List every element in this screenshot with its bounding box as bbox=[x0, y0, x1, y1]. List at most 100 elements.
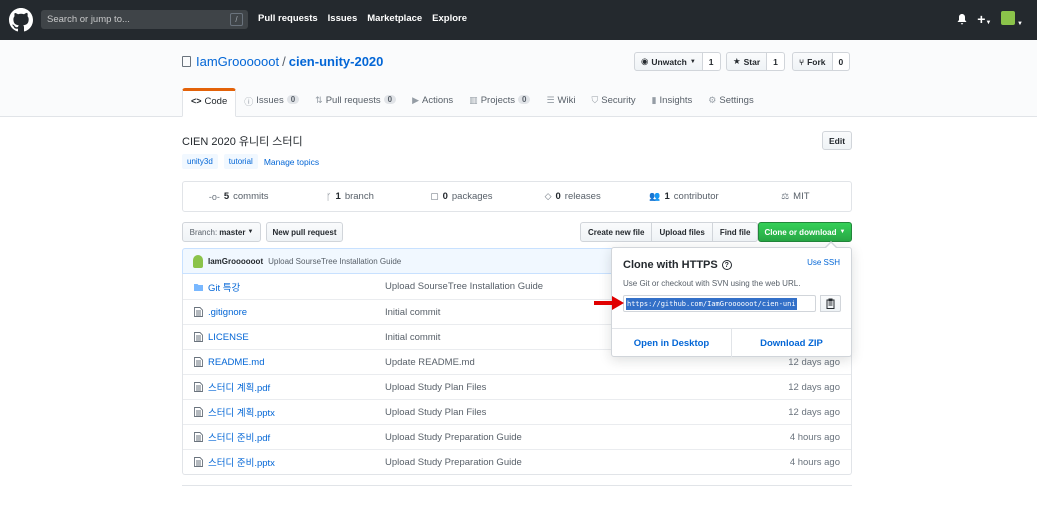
unwatch-button[interactable]: ◉ Unwatch ▼ bbox=[634, 52, 703, 71]
repo-name-link[interactable]: cien-unity-2020 bbox=[289, 54, 384, 69]
new-pull-request-button[interactable]: New pull request bbox=[266, 222, 343, 242]
file-name-link[interactable]: LICENSE bbox=[208, 332, 249, 343]
tab-projects[interactable]: ▥ Projects 0 bbox=[461, 88, 538, 117]
counter-badge: 0 bbox=[383, 95, 397, 104]
clone-url-input[interactable]: https://github.com/IamGroooooot/cien-uni bbox=[623, 295, 816, 312]
repo-title: IamGroooooot / cien-unity-2020 bbox=[182, 54, 383, 69]
file-icon bbox=[194, 407, 203, 417]
star-count[interactable]: 1 bbox=[767, 52, 785, 71]
topic-tag[interactable]: tutorial bbox=[223, 154, 258, 169]
chevron-down-icon: ▼ bbox=[247, 229, 254, 235]
nav-marketplace[interactable]: Marketplace bbox=[367, 13, 422, 24]
file-commit-message[interactable]: Initial commit bbox=[385, 307, 440, 318]
star-button[interactable]: ★ Star bbox=[726, 52, 768, 71]
eye-icon: ◉ bbox=[641, 56, 649, 66]
file-commit-message[interactable]: Upload Study Plan Files bbox=[385, 407, 486, 418]
repo-tabs: <> Code ⓘ Issues 0 ⇅ Pull requests 0 ▶ Actions… bbox=[182, 88, 762, 117]
package-icon: ▢ bbox=[430, 191, 439, 201]
tab-insights[interactable]: ▮ Insights bbox=[644, 88, 701, 117]
arrow-right-icon bbox=[594, 296, 624, 310]
global-header: Search or jump to... / Pull requests Iss… bbox=[0, 0, 1037, 40]
list-item: 스터디 계획.pptx Upload Study Plan Files 12 d… bbox=[183, 399, 851, 424]
user-menu[interactable]: ▼ bbox=[1001, 11, 1023, 28]
counter-badge: 0 bbox=[286, 95, 300, 104]
tab-label: Settings bbox=[719, 95, 754, 106]
file-age: 12 days ago bbox=[788, 356, 840, 368]
tab-security[interactable]: ⛉ Security bbox=[584, 88, 644, 117]
tab-label: Issues bbox=[256, 95, 284, 106]
file-name-link[interactable]: 스터디 준비.pdf bbox=[208, 430, 270, 444]
manage-topics-link[interactable]: Manage topics bbox=[264, 157, 319, 167]
file-age: 12 days ago bbox=[788, 406, 840, 418]
find-file-button[interactable]: Find file bbox=[711, 222, 759, 242]
commit-message[interactable]: Upload SourseTree Installation Guide bbox=[268, 257, 401, 266]
file-commit-message[interactable]: Upload Study Preparation Guide bbox=[385, 457, 522, 468]
tab-wiki[interactable]: ☰ Wiki bbox=[538, 88, 583, 117]
clone-or-download-button[interactable]: Clone or download ▼ bbox=[758, 222, 852, 242]
open-in-desktop-button[interactable]: Open in Desktop bbox=[612, 329, 732, 357]
clone-popup-footer: Open in Desktop Download ZIP bbox=[612, 328, 851, 357]
search-input[interactable]: Search or jump to... / bbox=[41, 10, 248, 29]
tab-settings[interactable]: ⚙ Settings bbox=[700, 88, 761, 117]
edit-description-button[interactable]: Edit bbox=[822, 131, 852, 150]
tab-label: Pull requests bbox=[325, 95, 381, 106]
file-name-link[interactable]: .gitignore bbox=[208, 307, 247, 318]
fork-count[interactable]: 0 bbox=[832, 52, 851, 71]
contributors-link[interactable]: 👥 1 contributor bbox=[628, 182, 739, 211]
file-commit-message[interactable]: Upload SourseTree Installation Guide bbox=[385, 281, 543, 292]
file-commit-message[interactable]: Update README.md bbox=[385, 357, 475, 368]
fork-button[interactable]: ⑂ Fork bbox=[792, 52, 833, 71]
file-name-link[interactable]: 스터디 계획.pdf bbox=[208, 380, 270, 394]
file-commit-message[interactable]: Upload Study Plan Files bbox=[385, 382, 486, 393]
nav-explore[interactable]: Explore bbox=[432, 13, 467, 24]
commits-label: commits bbox=[233, 191, 269, 202]
list-item: 스터디 준비.pptx Upload Study Preparation Gui… bbox=[183, 449, 851, 474]
repo-owner-link[interactable]: IamGroooooot bbox=[196, 54, 279, 69]
tab-issues[interactable]: ⓘ Issues 0 bbox=[236, 88, 307, 117]
clone-help-text: Use Git or checkout with SVN using the w… bbox=[623, 279, 801, 288]
copy-url-button[interactable] bbox=[820, 295, 841, 312]
releases-link[interactable]: ◇ 0 releases bbox=[517, 182, 628, 211]
avatar[interactable] bbox=[193, 254, 203, 268]
branch-prefix: Branch: bbox=[189, 227, 218, 237]
upload-files-button[interactable]: Upload files bbox=[651, 222, 713, 242]
question-icon[interactable]: ? bbox=[721, 260, 732, 270]
license-link[interactable]: ⚖ MIT bbox=[740, 182, 851, 211]
folder-icon bbox=[194, 283, 203, 291]
tab-pull-requests[interactable]: ⇅ Pull requests 0 bbox=[307, 88, 404, 117]
topic-tag[interactable]: unity3d bbox=[182, 154, 218, 169]
file-name-link[interactable]: Git 특강 bbox=[208, 280, 240, 294]
branches-link[interactable]: ᚴ 1 branch bbox=[294, 182, 405, 211]
branch-select-button[interactable]: Branch: master ▼ bbox=[182, 222, 261, 242]
bell-icon[interactable] bbox=[957, 14, 967, 25]
nav-pull-requests[interactable]: Pull requests bbox=[258, 13, 318, 24]
nav-issues[interactable]: Issues bbox=[328, 13, 358, 24]
tab-code[interactable]: <> Code bbox=[182, 88, 237, 117]
clone-title-text: Clone with HTTPS bbox=[623, 259, 718, 271]
use-ssh-link[interactable]: Use SSH bbox=[807, 258, 840, 267]
clone-label: Clone or download bbox=[764, 227, 837, 237]
branch-count: 1 bbox=[335, 191, 341, 202]
file-name-link[interactable]: 스터디 계획.pptx bbox=[208, 405, 275, 419]
commits-link[interactable]: -o- 5 commits bbox=[183, 182, 294, 211]
history-icon: -o- bbox=[208, 191, 220, 202]
packages-link[interactable]: ▢ 0 packages bbox=[406, 182, 517, 211]
github-logo-icon[interactable] bbox=[9, 8, 33, 32]
file-name-link[interactable]: README.md bbox=[208, 357, 264, 368]
create-new-file-button[interactable]: Create new file bbox=[580, 222, 653, 242]
file-name-link[interactable]: 스터디 준비.pptx bbox=[208, 455, 275, 469]
fork-group: ⑂ Fork 0 bbox=[792, 52, 851, 71]
file-commit-message[interactable]: Upload Study Preparation Guide bbox=[385, 432, 522, 443]
create-new-menu[interactable]: +▼ bbox=[977, 12, 991, 27]
tab-actions[interactable]: ▶ Actions bbox=[404, 88, 461, 117]
file-commit-message[interactable]: Initial commit bbox=[385, 332, 440, 343]
watch-count[interactable]: 1 bbox=[702, 52, 721, 71]
file-age: 12 days ago bbox=[788, 381, 840, 393]
fork-icon: ⑂ bbox=[799, 56, 805, 67]
list-item: 스터디 준비.pdf Upload Study Preparation Guid… bbox=[183, 424, 851, 449]
packages-label: packages bbox=[451, 191, 493, 202]
download-zip-button[interactable]: Download ZIP bbox=[732, 329, 851, 357]
commit-author[interactable]: IamGroooooot bbox=[208, 257, 263, 266]
clone-url-text: https://github.com/IamGroooooot/cien-uni bbox=[626, 298, 797, 310]
tab-label: Actions bbox=[422, 95, 454, 106]
